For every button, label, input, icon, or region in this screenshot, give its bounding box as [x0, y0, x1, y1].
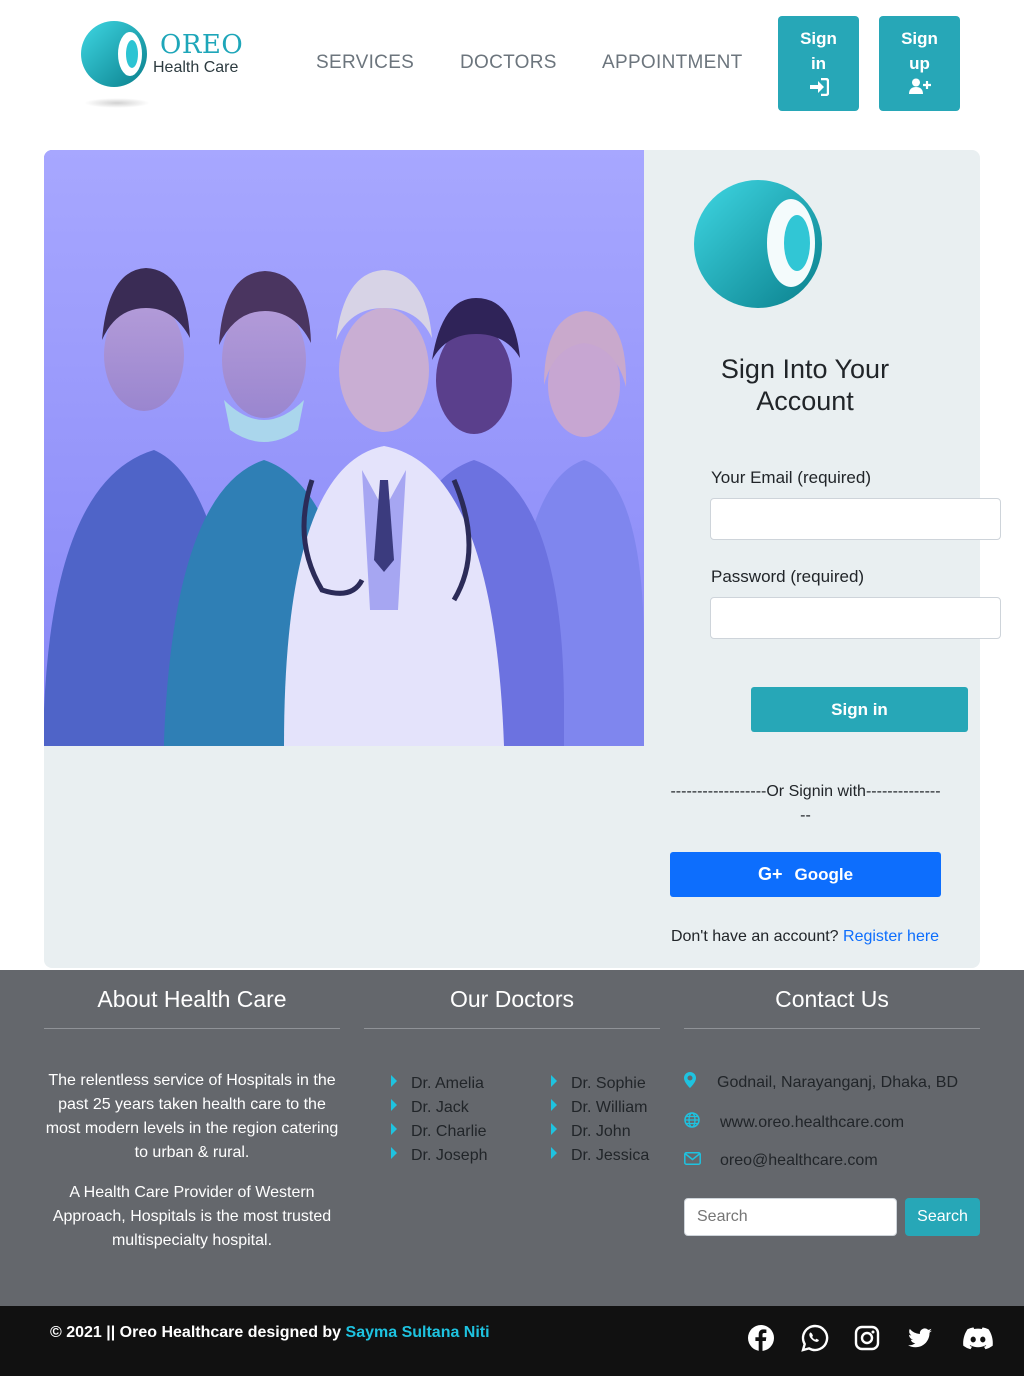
contact-heading: Contact Us: [684, 986, 980, 1029]
nav-signup-button[interactable]: Sign up: [879, 16, 960, 111]
copyright: © 2021 || Oreo Healthcare designed by Sa…: [50, 1324, 490, 1342]
login-panel: [44, 150, 980, 968]
footer-contact: Contact Us: [684, 970, 980, 1029]
google-button-label: Google: [794, 865, 854, 884]
logo-shadow: [84, 98, 150, 108]
contact-address-text: Godnail, Narayanganj, Dhaka, BD: [717, 1073, 959, 1091]
login-title: Sign Into Your Account: [670, 353, 940, 417]
map-marker-icon: [684, 1072, 720, 1093]
navbar: OREO Health Care SERVICES DOCTORS APPOIN…: [0, 0, 1024, 125]
oreo-logo-icon: [81, 21, 147, 87]
register-prompt-text: Don't have an account?: [670, 928, 839, 945]
doctor-list-item[interactable]: Dr. Amelia: [391, 1072, 491, 1096]
about-text: The relentless service of Hospitals in t…: [44, 1069, 340, 1253]
globe-icon: [684, 1112, 720, 1133]
about-heading: About Health Care: [44, 986, 340, 1029]
caret-right-icon: [551, 1099, 557, 1111]
google-plus-icon: G+: [757, 864, 783, 884]
copyright-author-link[interactable]: Sayma Sultana Niti: [346, 1324, 490, 1341]
login-logo-icon: [694, 180, 822, 308]
email-label: Your Email (required): [711, 468, 871, 487]
user-plus-icon: [908, 78, 931, 94]
email-field[interactable]: [710, 498, 1001, 540]
doctor-list-col2: Dr. Sophie Dr. William Dr. John Dr. Jess…: [551, 1072, 651, 1168]
login-title-line1: Sign Into Your: [720, 354, 890, 384]
copyright-text: © 2021 || Oreo Healthcare designed by: [50, 1324, 342, 1341]
register-prompt: Don't have an account? Register here: [660, 928, 950, 946]
password-label: Password (required): [711, 567, 865, 586]
or-signin-divider: ------------------Or Signin with--------…: [670, 783, 941, 824]
contact-address: Godnail, Narayanganj, Dhaka, BD: [684, 1072, 958, 1093]
nav-signup-line1: Sign: [901, 29, 938, 48]
hero-doctors-image: [44, 150, 644, 746]
nav-appointment[interactable]: APPOINTMENT: [602, 52, 743, 74]
facebook-icon[interactable]: [747, 1324, 775, 1352]
sign-in-icon: [809, 78, 829, 96]
doctor-list-item[interactable]: Dr. Joseph: [391, 1144, 491, 1168]
footer: About Health Care The relentless service…: [0, 970, 1024, 1306]
doctor-list-item[interactable]: Dr. Jack: [391, 1096, 491, 1120]
login-title-line2: Account: [756, 386, 854, 416]
nav-services[interactable]: SERVICES: [316, 52, 414, 74]
caret-right-icon: [391, 1147, 397, 1159]
doctors-heading: Our Doctors: [364, 986, 660, 1029]
caret-right-icon: [551, 1123, 557, 1135]
google-signin-button[interactable]: G+ Google: [670, 852, 941, 897]
footer-search-input[interactable]: [684, 1198, 897, 1236]
doctor-list-item[interactable]: Dr. William: [551, 1096, 651, 1120]
instagram-icon[interactable]: [853, 1324, 881, 1352]
contact-email: oreo@healthcare.com: [684, 1152, 878, 1170]
caret-right-icon: [551, 1147, 557, 1159]
password-field[interactable]: [710, 597, 1001, 639]
doctor-list-item[interactable]: Dr. Charlie: [391, 1120, 491, 1144]
register-link[interactable]: Register here: [843, 928, 939, 945]
caret-right-icon: [391, 1099, 397, 1111]
about-para-1: The relentless service of Hospitals in t…: [45, 1072, 339, 1161]
brand-name: OREO: [160, 30, 244, 60]
about-para-2: A Health Care Provider of Western Approa…: [52, 1184, 332, 1249]
doctor-list-item[interactable]: Dr. Sophie: [551, 1072, 651, 1096]
footer-doctors: Our Doctors: [364, 970, 660, 1029]
discord-icon[interactable]: [962, 1324, 994, 1352]
signin-submit-button[interactable]: Sign in: [751, 687, 968, 732]
nav-signin-line1: Sign: [800, 29, 837, 48]
brand-subtitle: Health Care: [153, 59, 239, 76]
nav-doctors[interactable]: DOCTORS: [460, 52, 557, 74]
footer-about: About Health Care The relentless service…: [44, 970, 340, 1269]
footer-search-button[interactable]: Search: [905, 1198, 980, 1236]
doctor-list-item[interactable]: Dr. Jessica: [551, 1144, 651, 1168]
contact-email-text[interactable]: oreo@healthcare.com: [720, 1152, 878, 1170]
doctor-list-col1: Dr. Amelia Dr. Jack Dr. Charlie Dr. Jose…: [391, 1072, 491, 1168]
contact-website-text[interactable]: www.oreo.healthcare.com: [720, 1114, 904, 1132]
caret-right-icon: [391, 1075, 397, 1087]
nav-signin-button[interactable]: Sign in: [778, 16, 859, 111]
brand-logo[interactable]: OREO Health Care: [80, 18, 250, 110]
doctor-list-item[interactable]: Dr. John: [551, 1120, 651, 1144]
twitter-icon[interactable]: [906, 1324, 934, 1352]
whatsapp-icon[interactable]: [801, 1324, 829, 1352]
nav-signup-line2: up: [909, 54, 930, 73]
nav-signin-line2: in: [810, 54, 827, 73]
caret-right-icon: [551, 1075, 557, 1087]
caret-right-icon: [391, 1123, 397, 1135]
envelope-icon: [684, 1152, 720, 1170]
contact-website: www.oreo.healthcare.com: [684, 1112, 904, 1133]
